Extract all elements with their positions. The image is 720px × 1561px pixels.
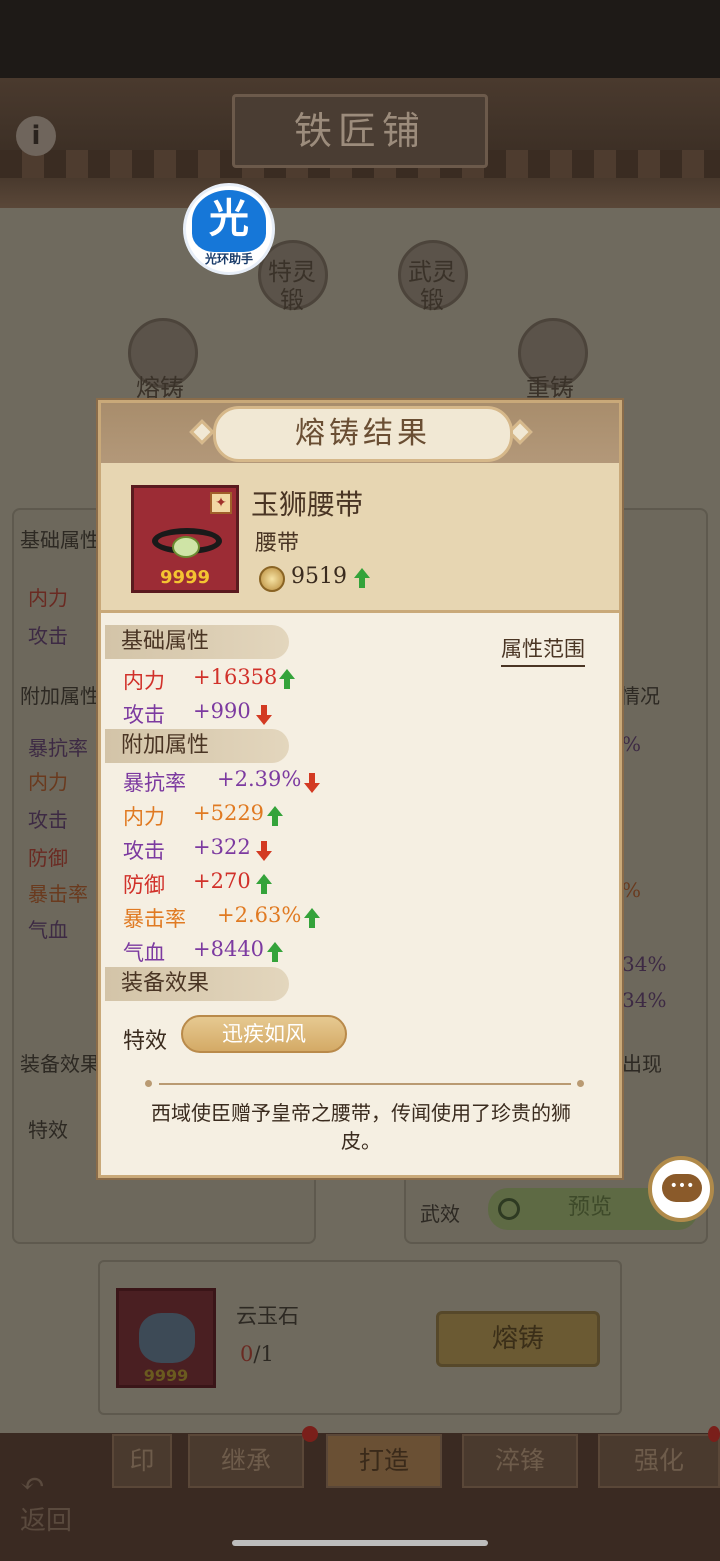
effect-value-button[interactable]: 迅疾如风 (181, 1015, 347, 1053)
divider-dot (577, 1080, 584, 1087)
up-arrow-icon (267, 942, 283, 962)
item-name: 玉狮腰带 (251, 488, 364, 521)
attr-value: +2.63% (217, 903, 302, 927)
attr-label: 暴抗率 (123, 771, 186, 795)
attr-label: 气血 (123, 941, 165, 965)
forge-button[interactable]: 熔铸 (436, 1311, 600, 1367)
status-bar (0, 0, 720, 78)
bg-effect-title: 装备效果 (20, 1052, 100, 1076)
effect-label: 特效 (123, 1029, 168, 1054)
assistant-caption: 光环助手 (204, 252, 253, 266)
bg-right-text: % (622, 878, 642, 902)
attr-label: 攻击 (123, 839, 165, 863)
attr-label: 暴击率 (123, 907, 186, 931)
home-indicator (232, 1540, 488, 1546)
tab-enhance[interactable]: 强化 (598, 1434, 720, 1488)
material-name: 云玉石 (236, 1304, 299, 1328)
material-need: /1 (253, 1342, 274, 1366)
divider-dot (145, 1080, 152, 1087)
quality-star-icon: ✦ (210, 492, 232, 514)
back-label: 返回 (20, 1506, 73, 1536)
down-arrow-icon (256, 841, 272, 861)
bg-right-text: 情况 (620, 684, 660, 708)
attr-value: +8440 (193, 937, 265, 961)
page-title: 铁匠铺 (232, 94, 488, 168)
up-arrow-icon (304, 908, 320, 928)
attr-value: +16358 (193, 665, 278, 689)
assistant-floating-button[interactable]: 光 光环助手 (183, 183, 275, 275)
attr-label: 内力 (123, 669, 165, 693)
bg-base-title: 基础属性 (20, 528, 100, 552)
bg-attr: 内力 (28, 770, 68, 794)
tab-temper[interactable]: 淬锋 (462, 1434, 578, 1488)
attr-label: 内力 (123, 805, 165, 829)
bg-right-text: 34% (622, 952, 667, 976)
notification-dot (708, 1426, 720, 1442)
bg-right-text: 34% (622, 988, 667, 1012)
down-arrow-icon (256, 705, 272, 725)
bg-attr: 内力 (28, 586, 68, 610)
dialog-title: 熔铸结果 (213, 406, 513, 462)
info-icon[interactable]: i (16, 116, 56, 156)
attr-range-button[interactable]: 属性范围 (501, 633, 585, 667)
item-level: 9999 (159, 567, 211, 588)
attr-value: +322 (193, 835, 251, 859)
forge-mode-label: 熔铸 (136, 374, 184, 402)
up-arrow-icon (279, 669, 295, 689)
material-icon[interactable]: 9999 (116, 1288, 216, 1388)
notification-dot (302, 1426, 318, 1442)
divider (159, 1083, 571, 1085)
up-arrow-icon (256, 874, 272, 894)
belt-gem-icon (172, 536, 200, 558)
power-coin-icon (259, 566, 285, 592)
bg-attr: 暴击率 (28, 882, 88, 906)
weapon-forge-label: 武灵锻 (408, 258, 456, 314)
back-arrow-icon: ↶ (20, 1467, 46, 1502)
bg-right-text: 出现 (622, 1052, 662, 1076)
attr-value: +2.39% (217, 767, 302, 791)
tab-seal[interactable]: 印 (112, 1434, 172, 1488)
tab-craft[interactable]: 打造 (326, 1434, 442, 1488)
wuxiao-label: 武效 (420, 1202, 460, 1226)
base-attr-section: 基础属性 (105, 625, 289, 659)
item-summary: ✦ 9999 玉狮腰带 腰带 9519 (101, 463, 619, 613)
item-icon[interactable]: ✦ 9999 (131, 485, 239, 593)
attr-value: +990 (193, 699, 251, 723)
material-have: 0 (240, 1342, 254, 1366)
forge-result-dialog: 熔铸结果 ✦ 9999 玉狮腰带 腰带 9519 基础属性 属性范围 内力 +1… (98, 400, 622, 1178)
bg-attr: 攻击 (28, 808, 68, 832)
attr-value: +5229 (193, 801, 265, 825)
bg-right-text: % (622, 732, 642, 756)
effect-section: 装备效果 (105, 967, 289, 1001)
chat-bubble-icon: ••• (662, 1174, 702, 1202)
search-icon (498, 1198, 520, 1220)
material-level: 9999 (143, 1366, 189, 1385)
bg-extra-title: 附加属性 (20, 684, 100, 708)
extra-attr-section: 附加属性 (105, 729, 289, 763)
bg-effect-label: 特效 (28, 1118, 68, 1142)
item-description: 西域使臣赠予皇帝之腰带，传闻使用了珍贵的狮皮。 (151, 1101, 571, 1153)
bg-attr: 攻击 (28, 624, 68, 648)
item-type: 腰带 (255, 531, 300, 556)
jade-stone-icon (139, 1313, 195, 1363)
attr-value: +270 (193, 869, 251, 893)
attr-label: 防御 (123, 873, 165, 897)
assistant-logo-icon: 光 (192, 190, 266, 252)
bg-attr: 气血 (28, 918, 68, 942)
power-up-arrow-icon (354, 568, 370, 588)
chat-button[interactable]: ••• (648, 1156, 714, 1222)
down-arrow-icon (304, 773, 320, 793)
tab-inherit[interactable]: 继承 (188, 1434, 304, 1488)
up-arrow-icon (267, 806, 283, 826)
item-power: 9519 (291, 564, 347, 589)
attr-label: 攻击 (123, 703, 165, 727)
reforge-label: 重铸 (526, 374, 574, 402)
bg-attr: 暴抗率 (28, 736, 88, 760)
back-button[interactable]: ↶ 返回 (20, 1470, 72, 1537)
bg-attr: 防御 (28, 846, 68, 870)
